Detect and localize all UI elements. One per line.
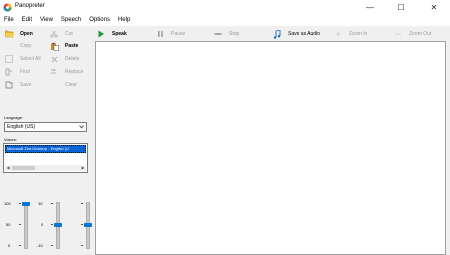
- pitch-slider-max-label: 10: [38, 201, 43, 206]
- slider-tick: [81, 224, 83, 225]
- window-title: Panopreter: [15, 3, 45, 9]
- cut-button[interactable]: Cut: [49, 29, 73, 39]
- menu-bar: File Edit View Speech Options Help: [0, 15, 450, 26]
- menu-file[interactable]: File: [0, 15, 18, 26]
- pitch-slider-mid-label: 0: [41, 222, 44, 227]
- slider-tick: [19, 203, 21, 204]
- slider-tick: [51, 224, 53, 225]
- save-as-audio-button[interactable]: Save as Audio: [272, 29, 320, 39]
- pitch-slider-min-label: -10: [37, 243, 43, 248]
- menu-help[interactable]: Help: [114, 15, 134, 26]
- play-icon: [96, 29, 106, 39]
- find-button[interactable]: Find: [4, 67, 30, 77]
- zoom-out-icon: [393, 29, 403, 39]
- scroll-right-arrow-icon[interactable]: ▶: [80, 165, 86, 171]
- pause-button[interactable]: Pause: [155, 29, 185, 39]
- copy-icon: [4, 41, 14, 51]
- slider-tick: [19, 224, 21, 225]
- slider-tick: [51, 245, 53, 246]
- speed-slider-min-label: 0: [8, 243, 11, 248]
- speed-slider-thumb[interactable]: [22, 202, 30, 206]
- zoom-in-icon: [333, 29, 343, 39]
- save-button[interactable]: Save: [4, 80, 31, 90]
- find-icon: [4, 67, 14, 77]
- clear-button[interactable]: Clear: [49, 80, 77, 90]
- scroll-left-arrow-icon[interactable]: ◀: [5, 165, 11, 171]
- pitch-slider-thumb[interactable]: [54, 223, 62, 227]
- pause-icon: [155, 29, 165, 39]
- menu-speech[interactable]: Speech: [57, 15, 85, 26]
- chevron-down-icon: [79, 123, 84, 132]
- volume-slider-thumb[interactable]: [84, 223, 92, 227]
- panopreter-logo-icon: [3, 3, 12, 12]
- save-document-icon: [4, 80, 14, 90]
- minimize-icon: —: [366, 3, 374, 12]
- replace-icon: [49, 67, 59, 77]
- zoom-in-button[interactable]: Zoom In: [333, 29, 367, 39]
- slider-tick: [81, 245, 83, 246]
- language-label: Language:: [4, 115, 23, 120]
- slider-tick: [51, 203, 53, 204]
- close-icon: ✕: [430, 3, 438, 12]
- language-selected-value: English (US): [7, 124, 36, 130]
- copy-button[interactable]: Copy: [4, 41, 32, 51]
- minimize-button[interactable]: —: [355, 0, 385, 15]
- scroll-thumb[interactable]: [12, 166, 35, 170]
- zoom-out-button[interactable]: Zoom Out: [393, 29, 431, 39]
- scissors-icon: [49, 29, 59, 39]
- music-note-icon: [272, 29, 282, 39]
- menu-edit[interactable]: Edit: [18, 15, 36, 26]
- stop-icon: [213, 29, 223, 39]
- delete-button[interactable]: Delete: [49, 54, 79, 64]
- language-select[interactable]: English (US): [4, 122, 87, 132]
- close-button[interactable]: ✕: [419, 0, 449, 15]
- replace-button[interactable]: Replace: [49, 67, 83, 77]
- speed-slider-track[interactable]: [24, 202, 28, 249]
- select-all-icon: [4, 54, 14, 64]
- voices-horizontal-scrollbar[interactable]: ◀ ▶: [5, 165, 86, 171]
- menu-options[interactable]: Options: [85, 15, 114, 26]
- voices-label: Voices:: [4, 137, 17, 142]
- slider-tick: [81, 203, 83, 204]
- maximize-icon: ☐: [397, 3, 405, 12]
- delete-x-icon: [49, 54, 59, 64]
- open-button[interactable]: Open: [4, 29, 33, 39]
- paste-button[interactable]: Paste: [49, 41, 78, 51]
- clear-icon: [49, 80, 59, 90]
- slider-tick: [19, 245, 21, 246]
- maximize-button[interactable]: ☐: [386, 0, 416, 15]
- stop-button[interactable]: Stop: [213, 29, 239, 39]
- select-all-button[interactable]: Select All: [4, 54, 41, 64]
- voices-list[interactable]: Microsoft Zira Desktop - English (U ◀ ▶: [3, 143, 88, 173]
- text-editor[interactable]: [95, 41, 446, 255]
- folder-open-icon: [4, 29, 14, 39]
- speed-slider-mid-label: 50: [6, 222, 11, 227]
- speed-slider-max-label: 100: [4, 201, 11, 206]
- paste-icon: [49, 41, 59, 51]
- voice-list-item-selected[interactable]: Microsoft Zira Desktop - English (U: [5, 145, 86, 153]
- speak-button[interactable]: Speak: [96, 29, 127, 39]
- menu-view[interactable]: View: [36, 15, 57, 26]
